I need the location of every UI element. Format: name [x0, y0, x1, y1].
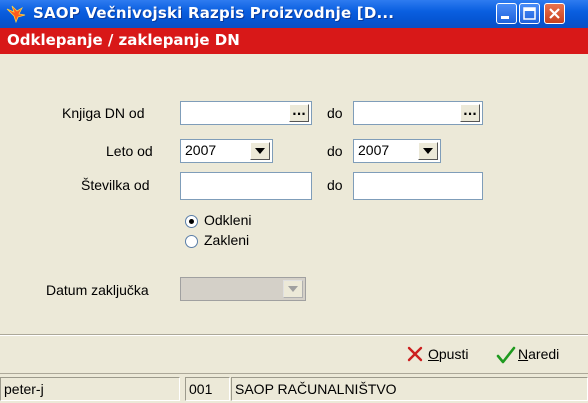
datum-dropdown-button [283, 280, 303, 298]
leto-do-select[interactable]: 2007 [353, 139, 441, 163]
knjiga-label: Knjiga DN od [62, 105, 145, 121]
checkmark-icon [496, 346, 516, 364]
title-bar[interactable]: SAOP Večnivojski Razpis Proizvodnje [D..… [0, 0, 588, 28]
status-bar: peter-j 001 SAOP RAČUNALNIŠTVO [0, 373, 588, 403]
window-title: SAOP Večnivojski Razpis Proizvodnje [D..… [33, 4, 395, 22]
form-header: Odklepanje / zaklepanje DN [0, 28, 588, 54]
leto-od-dropdown-button[interactable] [250, 142, 270, 160]
radio-zakleni-label[interactable]: Zakleni [204, 232, 249, 248]
chevron-down-icon [255, 148, 265, 154]
leto-od-value: 2007 [185, 142, 217, 158]
form-panel: Knjiga DN od ... do ... Leto od 2007 do … [0, 54, 588, 334]
status-user-text: peter-j [4, 381, 44, 397]
leto-label: Leto od [106, 143, 153, 159]
minimize-icon [501, 16, 509, 19]
stevilka-od-input[interactable] [180, 172, 312, 200]
leto-do-value: 2007 [358, 142, 390, 158]
knjiga-do-browse-button[interactable]: ... [460, 104, 480, 122]
radio-odkleni[interactable] [185, 215, 198, 228]
form-title: Odklepanje / zaklepanje DN [7, 31, 240, 49]
knjiga-od-input[interactable]: ... [180, 101, 312, 125]
close-icon [407, 346, 423, 362]
cancel-button[interactable]: Opusti [406, 345, 490, 365]
cancel-label: Opusti [428, 346, 469, 362]
status-code-text: 001 [189, 381, 213, 397]
radio-odkleni-label[interactable]: Odkleni [204, 212, 251, 228]
leto-od-select[interactable]: 2007 [180, 139, 273, 163]
status-company-text: SAOP RAČUNALNIŠTVO [235, 381, 397, 397]
knjiga-od-browse-button[interactable]: ... [289, 104, 309, 122]
stevilka-do-label: do [327, 177, 343, 193]
status-user: peter-j [0, 377, 180, 401]
stevilka-label: Številka od [81, 177, 150, 193]
datum-select [180, 277, 306, 301]
leto-do-label: do [327, 143, 343, 159]
minimize-button[interactable] [496, 3, 517, 24]
status-company: SAOP RAČUNALNIŠTVO [231, 377, 588, 401]
chevron-down-icon [288, 286, 298, 292]
leto-do-dropdown-button[interactable] [418, 142, 438, 160]
knjiga-do-input[interactable]: ... [353, 101, 483, 125]
knjiga-do-label: do [327, 105, 343, 121]
app-window: SAOP Večnivojski Razpis Proizvodnje [D..… [0, 0, 588, 403]
close-button[interactable] [544, 3, 565, 24]
maximize-button[interactable] [519, 3, 540, 24]
status-code: 001 [185, 377, 230, 401]
datum-label: Datum zaključka [46, 282, 149, 298]
maximize-icon [523, 7, 536, 20]
stevilka-do-input[interactable] [353, 172, 483, 200]
ok-label: Naredi [518, 346, 560, 362]
ok-button[interactable]: Naredi [496, 345, 580, 365]
close-icon [549, 8, 560, 19]
radio-selected-dot [189, 219, 194, 224]
chevron-down-icon [423, 148, 433, 154]
action-bar: Opusti Naredi [0, 336, 588, 371]
saop-bird-icon [6, 5, 26, 23]
radio-zakleni[interactable] [185, 235, 198, 248]
